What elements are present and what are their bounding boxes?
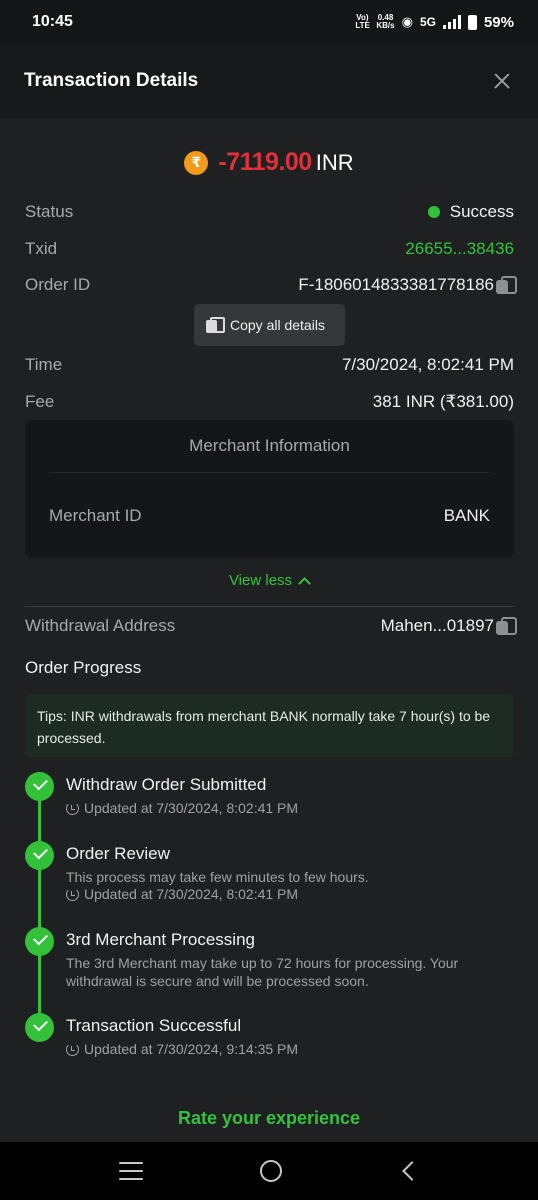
copy-icon <box>206 317 225 333</box>
network-speed-unit: KB/s <box>376 21 395 30</box>
rupee-coin-icon: ₹ <box>184 150 209 175</box>
txid-label: Txid <box>25 239 58 258</box>
step-updated: Updated at 7/30/2024, 8:02:41 PM <box>84 886 299 902</box>
battery-level: 59% <box>483 13 514 31</box>
rate-experience-link[interactable]: Rate your experience <box>0 1108 538 1129</box>
refresh-clock-icon <box>66 1042 79 1056</box>
fee-value: 381 INR (₹381.00) <box>372 392 514 411</box>
status-label: Status <box>25 202 74 221</box>
check-circle-icon <box>25 772 54 801</box>
fee-label: Fee <box>25 392 55 411</box>
step-title: 3rd Merchant Processing <box>66 930 255 949</box>
step-description: The 3rd Merchant may take up to 72 hours… <box>66 955 459 989</box>
copy-address-icon[interactable] <box>496 617 517 635</box>
order-id-value: F-1806014833381778186 <box>298 275 494 294</box>
step-updated: Updated at 7/30/2024, 9:14:35 PM <box>84 1041 299 1057</box>
withdrawal-address-label: Withdrawal Address <box>25 616 176 635</box>
merchant-info-title: Merchant Information <box>189 436 350 455</box>
check-circle-icon <box>25 1013 54 1042</box>
step-title: Order Review <box>66 844 170 863</box>
back-icon[interactable] <box>402 1161 423 1181</box>
merchant-id-row: Merchant ID BANK <box>49 506 490 526</box>
tips-banner: Tips: INR withdrawals from merchant BANK… <box>25 694 514 757</box>
chevron-up-icon <box>298 576 311 590</box>
order-id-row: Order ID F-1806014833381778186 <box>25 275 517 295</box>
view-less-toggle[interactable]: View less <box>0 572 538 590</box>
copy-all-details-button[interactable]: Copy all details <box>194 304 345 346</box>
merchant-id-value: BANK <box>443 506 490 525</box>
order-progress-title: Order Progress <box>25 658 142 677</box>
time-row: Time 7/30/2024, 8:02:41 PM <box>25 355 514 375</box>
hotspot-icon: ◉ <box>401 14 413 29</box>
divider <box>49 472 490 473</box>
refresh-clock-icon <box>66 801 79 815</box>
refresh-clock-icon <box>66 887 79 901</box>
amount-row: ₹ -7119.00 INR <box>0 148 538 177</box>
network-speed: 0.48 KB/s <box>376 14 394 30</box>
status-bar: 10:45 Vo) LTE 0.48 KB/s ◉ 5G 59% <box>0 0 538 44</box>
close-icon[interactable] <box>490 69 514 93</box>
step-description: This process may take few minutes to few… <box>66 869 369 885</box>
txid-link[interactable]: 26655...38436 <box>405 239 514 259</box>
check-circle-icon <box>25 841 54 870</box>
recent-apps-icon[interactable] <box>118 1162 143 1180</box>
status-icons: Vo) LTE 0.48 KB/s ◉ 5G 59% <box>355 14 514 31</box>
merchant-info-card: Merchant Information Merchant ID BANK <box>25 420 514 558</box>
txid-row: Txid 26655...38436 <box>25 239 514 259</box>
withdrawal-address-row: Withdrawal Address Mahen...01897 <box>25 616 517 636</box>
status-time: 10:45 <box>32 13 73 30</box>
transaction-content: ₹ -7119.00 INR Status Success Txid 26655… <box>0 118 538 1142</box>
step-title: Withdraw Order Submitted <box>66 775 267 794</box>
amount-value: -7119.00 <box>218 148 312 176</box>
fee-row: Fee 381 INR (₹381.00) <box>25 392 514 412</box>
copy-all-details-label: Copy all details <box>230 317 325 333</box>
copy-order-id-icon[interactable] <box>496 276 517 294</box>
network-type: 5G <box>419 15 436 29</box>
status-value: Success <box>449 202 514 221</box>
amount-currency: INR <box>315 149 354 175</box>
home-icon[interactable] <box>259 1160 282 1182</box>
battery-icon <box>467 14 477 30</box>
check-circle-icon <box>25 927 54 956</box>
time-label: Time <box>25 355 63 374</box>
step-updated: Updated at 7/30/2024, 8:02:41 PM <box>84 800 299 816</box>
page-title: Transaction Details <box>24 70 199 91</box>
timeline-line <box>38 784 41 1034</box>
volte-icon: Vo) LTE <box>355 13 370 30</box>
divider <box>25 606 514 607</box>
order-id-label: Order ID <box>25 275 91 294</box>
status-row: Status Success <box>25 202 514 222</box>
view-less-label: View less <box>228 572 293 589</box>
merchant-id-label: Merchant ID <box>49 506 142 525</box>
header: Transaction Details <box>0 44 538 118</box>
system-nav-bar <box>0 1142 538 1200</box>
withdrawal-address-value: Mahen...01897 <box>380 616 494 635</box>
success-dot-icon <box>427 206 440 218</box>
signal-icon <box>442 15 461 29</box>
time-value: 7/30/2024, 8:02:41 PM <box>341 355 514 374</box>
step-title: Transaction Successful <box>66 1016 242 1035</box>
